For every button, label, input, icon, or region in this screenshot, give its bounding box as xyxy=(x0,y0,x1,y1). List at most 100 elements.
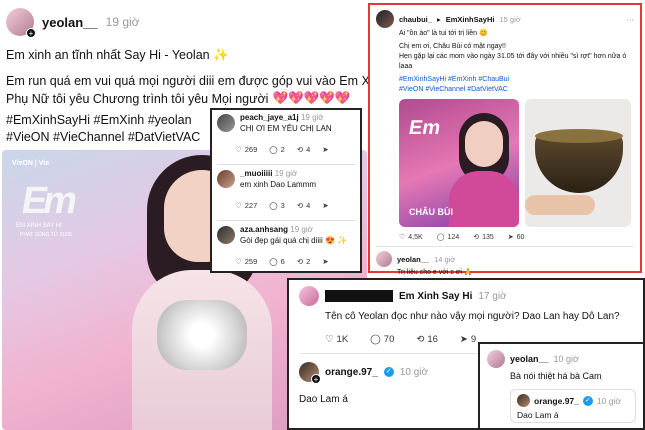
comment-time: 19 giờ xyxy=(290,225,313,234)
comment-text: em xinh Dao Lammm xyxy=(240,180,317,189)
post-text-line: Ai "ồn ào" là tui tới trị liền 😊 xyxy=(399,30,488,37)
avatar[interactable] xyxy=(299,286,319,306)
like-button[interactable]: ♡ 1K xyxy=(325,334,348,345)
post-username[interactable]: yeolan__ xyxy=(42,15,98,30)
comment-count: 2 xyxy=(280,145,285,154)
comment-count: 3 xyxy=(280,201,285,210)
reply-time: 14 giờ xyxy=(434,254,456,264)
reply-username[interactable]: orange.97_ xyxy=(325,367,378,378)
repost-icon: ⟲ xyxy=(473,234,480,241)
repost-button[interactable]: ⟲ 135 xyxy=(473,233,494,242)
post-hashtags1[interactable]: #EmXinhSayHi #EmXinh #yeolan xyxy=(6,113,192,127)
comment-count: 70 xyxy=(383,334,395,345)
more-icon[interactable]: ··· xyxy=(627,15,635,24)
quote-text: Dao Lam á xyxy=(517,410,559,420)
avatar[interactable]: + xyxy=(299,362,321,384)
verified-icon: ✓ xyxy=(383,367,394,377)
redacted-bar xyxy=(325,290,393,302)
comment-username[interactable]: yeolan__ xyxy=(510,354,549,364)
share-count: 60 xyxy=(516,233,525,241)
avatar[interactable] xyxy=(217,226,235,244)
repost-button[interactable]: ⟲2 xyxy=(297,257,310,266)
avatar[interactable] xyxy=(217,170,235,188)
send-icon: ➤ xyxy=(322,257,329,266)
repost-count: 135 xyxy=(482,233,494,241)
main-post-header: + yeolan__ 19 giờ xyxy=(6,8,140,38)
comment-count: 6 xyxy=(280,257,285,266)
comment-count: 124 xyxy=(447,233,460,241)
reply-button[interactable]: ◯ 6 xyxy=(269,257,285,266)
like-button[interactable]: ♡ 269 xyxy=(235,145,257,154)
repost-button[interactable]: ⟲ 16 xyxy=(416,334,438,345)
avatar[interactable] xyxy=(487,350,505,368)
like-count: 4,5K xyxy=(408,233,423,241)
reply-button[interactable]: ◯ 124 xyxy=(437,233,460,242)
heart-icon: ♡ xyxy=(235,201,242,210)
comment-icon: ◯ xyxy=(269,145,278,154)
like-button[interactable]: ♡ 4,5K xyxy=(399,233,423,242)
avatar xyxy=(517,394,530,407)
like-button[interactable]: ♡ 259 xyxy=(235,257,257,266)
follow-plus-icon[interactable]: + xyxy=(311,374,321,384)
post-hashtags[interactable]: #EmXinhSayHi #EmXinh #ChauBui xyxy=(399,75,634,85)
avatar[interactable] xyxy=(217,114,235,132)
comment-username[interactable]: aza.anhsang xyxy=(240,225,288,234)
avatar[interactable]: + xyxy=(6,8,36,38)
comment-item: aza.anhsang 19 giờ Gòi đẹp gái quá chị d… xyxy=(217,221,355,266)
quoted-reply[interactable]: orange.97_ ✓ 10 giờ Dao Lam á xyxy=(510,389,636,423)
reply-time: 10 giờ xyxy=(399,366,429,378)
repost-count: 16 xyxy=(427,334,438,345)
repost-icon: ⟲ xyxy=(296,201,304,210)
poster-title: EM XINH SAY HI xyxy=(16,223,62,229)
comment-username[interactable]: _muoiiiii xyxy=(240,169,272,178)
like-count: 259 xyxy=(244,257,258,266)
reply-button[interactable]: ◯3 xyxy=(269,201,285,210)
like-count: 227 xyxy=(244,201,258,210)
comment-time: 19 giờ xyxy=(300,113,324,122)
post-image-bowl[interactable] xyxy=(525,99,631,227)
comment-username[interactable]: peach_jaye_a1j xyxy=(240,113,299,122)
reply-button[interactable]: ◯ 2 xyxy=(269,145,285,154)
comment-time: 19 giờ xyxy=(274,169,298,178)
comment-time: 17 giờ xyxy=(478,290,507,302)
quote-username: orange.97_ xyxy=(534,395,579,406)
chaubui-post: chaubui_ ▸ EmXinhSayHi 15 giờ ··· Ai "ồn… xyxy=(368,3,642,290)
poster-name: CHÂU BÙI xyxy=(409,207,453,217)
avatar[interactable] xyxy=(376,10,394,28)
share-button[interactable]: ➤ 9 xyxy=(460,334,476,345)
heart-icon: ♡ xyxy=(325,334,334,345)
repost-count: 2 xyxy=(306,257,311,266)
yeolan-reply: yeolan__ 10 giờ Bà nói thiệt há bà Cam o… xyxy=(478,342,645,430)
share-button[interactable]: ➤ xyxy=(322,201,328,210)
like-button[interactable]: ♡ 227 xyxy=(235,201,257,210)
like-count: 1K xyxy=(336,334,349,345)
avatar[interactable] xyxy=(376,251,392,267)
send-icon: ➤ xyxy=(322,201,329,210)
share-button[interactable]: ➤ xyxy=(322,145,328,154)
post-hashtags[interactable]: #VieON #VieChannel #DatVietVAC xyxy=(399,85,634,95)
share-count: 9 xyxy=(470,334,477,345)
hearts-emoji: 💖💖💖💖💖 xyxy=(272,91,351,105)
send-icon: ➤ xyxy=(322,145,329,154)
post-text-line: Chị em ơi, Châu Bùi có mặt ngay!! xyxy=(399,43,506,50)
comment-item: _muoiiiii 19 giờ em xinh Dao Lammm ♡ 227 … xyxy=(217,165,355,221)
tag-arrow-icon: ▸ xyxy=(436,14,441,24)
poster-logo: VieON | Vie xyxy=(12,160,50,167)
tagged-account[interactable]: EmXinhSayHi xyxy=(446,15,495,24)
comment-icon: ◯ xyxy=(370,334,381,345)
post-image-poster[interactable]: Em CHÂU BÙI xyxy=(399,99,519,227)
reply-button[interactable]: ◯ 70 xyxy=(370,334,394,345)
reply-username[interactable]: yeolan__ xyxy=(397,255,429,264)
comment-username[interactable]: Em Xinh Say Hi xyxy=(399,291,472,302)
post-username[interactable]: chaubui_ xyxy=(399,15,432,24)
share-button[interactable]: ➤ 60 xyxy=(508,233,525,242)
comment-item: peach_jaye_a1j 19 giờ CHỊ ƠI EM YÊU CHỊ … xyxy=(217,113,355,165)
comment-text: Bà nói thiệt há bà Cam xyxy=(510,371,602,381)
follow-plus-icon[interactable]: + xyxy=(26,28,36,38)
repost-icon: ⟲ xyxy=(296,145,304,154)
like-count: 269 xyxy=(244,145,258,154)
repost-button[interactable]: ⟲ 4 xyxy=(297,145,310,154)
repost-button[interactable]: ⟲ 4 xyxy=(297,201,310,210)
share-button[interactable]: ➤ xyxy=(322,257,328,266)
post-hashtags2[interactable]: #VieON #VieChannel #DatVietVAC xyxy=(6,130,200,144)
